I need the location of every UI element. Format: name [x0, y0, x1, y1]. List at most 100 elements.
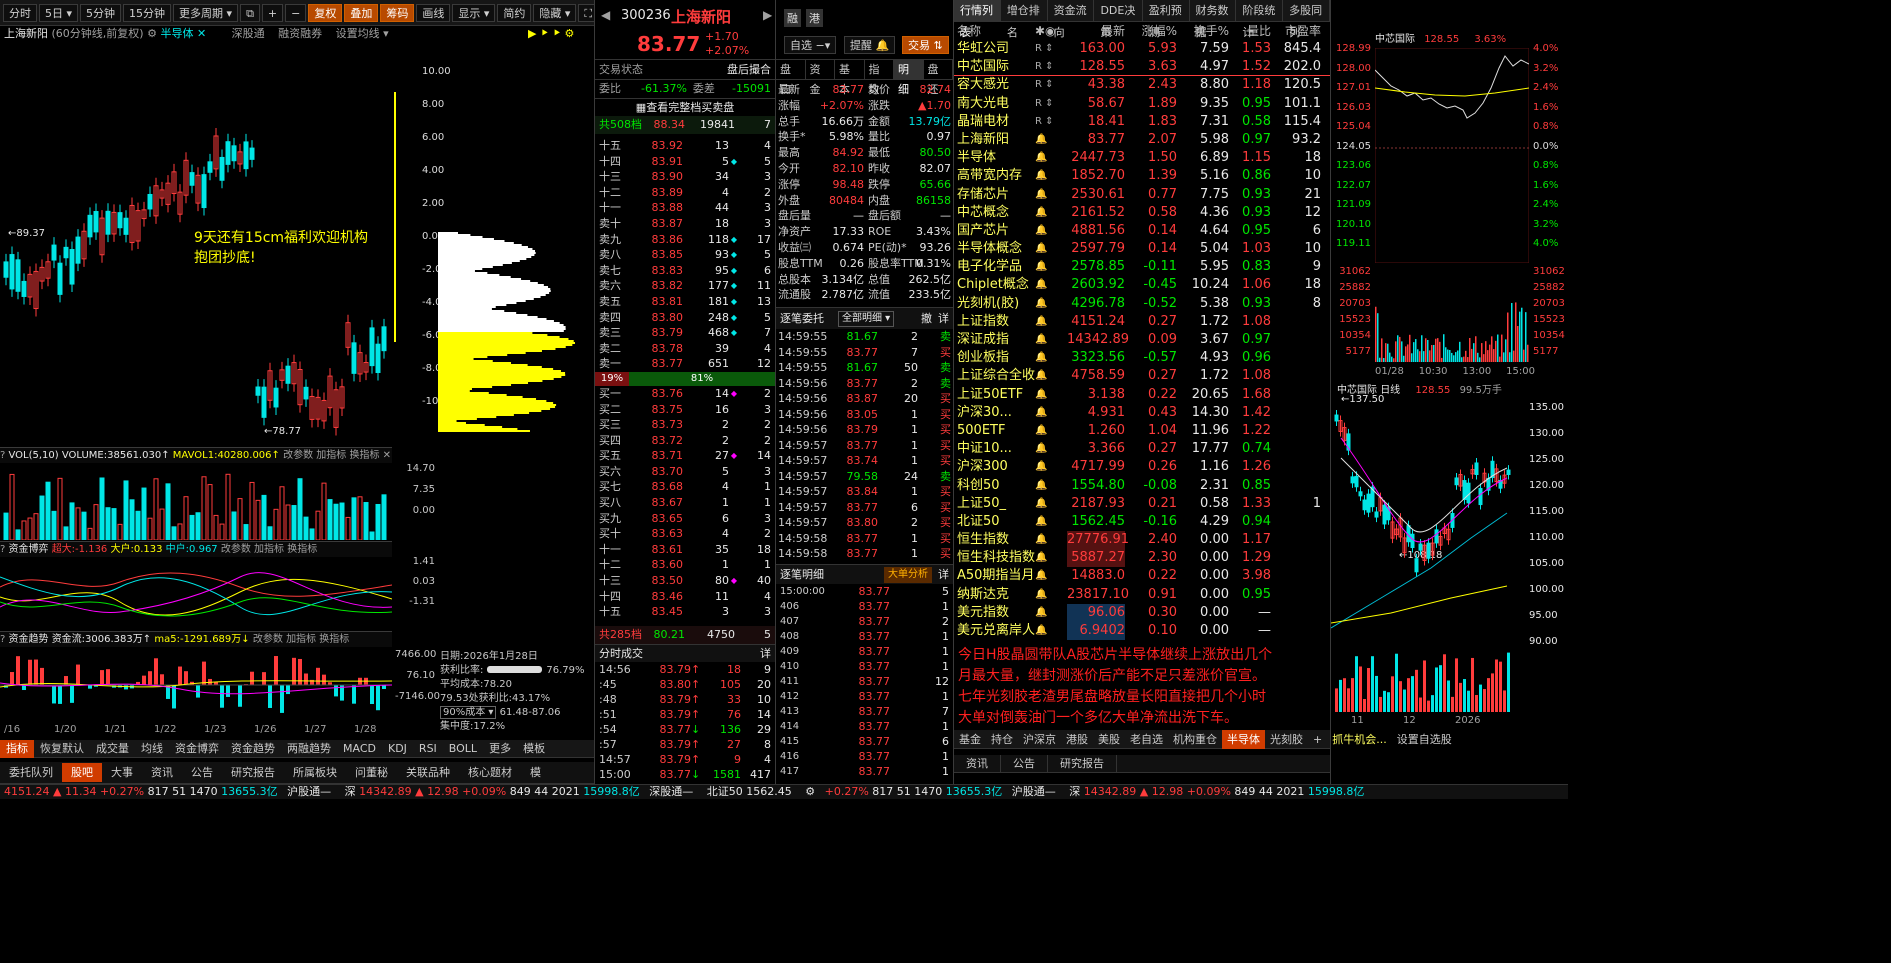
watchlist-group-tab[interactable]: 半导体 [1222, 729, 1265, 749]
watchlist-group-tab[interactable]: 老自选 [1125, 730, 1168, 749]
list-row[interactable]: 创业板指 🔔 3323.56 -0.57 4.93 0.96 [954, 349, 1330, 367]
indicator-tab[interactable]: 模板 [517, 740, 551, 758]
fund-switch[interactable]: 换指标 [287, 544, 317, 555]
link-hgt[interactable]: 深股通 [232, 27, 265, 40]
chip-range-select[interactable]: 90%成本 ▾ [440, 706, 497, 719]
quote-tab[interactable]: 资金 [806, 60, 835, 96]
order-level-row[interactable]: 卖八 83.85 93 ◆ 5 [595, 247, 775, 263]
order-level-row[interactable]: 卖七 83.83 95 ◆ 6 [595, 263, 775, 279]
indicator-tab[interactable]: RSI [413, 740, 443, 758]
list-row[interactable]: 美元指数 🔔 96.06 0.30 0.00 — [954, 603, 1330, 622]
watchlist-group-tab[interactable]: 港股 [1061, 730, 1093, 749]
list-row[interactable]: 沪深30... 🔔 4.931 0.43 14.30 1.42 [954, 404, 1330, 422]
order-level-row[interactable]: 十一 83.61 35 18 [595, 542, 775, 558]
list-info-tab[interactable]: 资讯 [954, 754, 1001, 773]
watchlist-group-tab[interactable]: 沪深京 [1018, 730, 1061, 749]
list-tab[interactable]: DDE决策 [1094, 0, 1143, 39]
link-margin[interactable]: 融资融券 [278, 27, 322, 40]
list-tab[interactable]: 阶段统计 [1236, 0, 1284, 39]
indicator-tab[interactable]: 更多 [483, 740, 517, 758]
list-tab[interactable]: 行情列表 [954, 0, 1001, 39]
add-watchlist-button[interactable]: 自选 −▾ [784, 36, 837, 54]
chip-button[interactable]: 筹码 [380, 3, 415, 22]
list-tab[interactable]: 增仓排名 [1001, 0, 1048, 39]
info-tab[interactable]: 研究报告 [222, 763, 284, 782]
status-settings-icon[interactable]: ⚙ [805, 785, 815, 798]
period-5day[interactable]: 5日 ▾ [39, 3, 79, 22]
list-row[interactable]: 500ETF 🔔 1.260 1.04 11.96 1.22 [954, 422, 1330, 440]
col-price[interactable]: 最新 [1067, 22, 1125, 40]
list-row[interactable]: 中芯国际 R ⇕ 128.55 3.63 4.97 1.52 202.0 [954, 58, 1330, 77]
trade-button[interactable]: 交易 ⇅ [902, 36, 949, 54]
list-tab[interactable]: 财务数据 [1190, 0, 1237, 39]
next-stock-icon[interactable]: ▶ [763, 8, 772, 22]
trend-help-icon[interactable]: ? [0, 634, 5, 645]
list-row[interactable]: 纳斯达克 🔔 23817.10 0.91 0.00 0.95 [954, 586, 1330, 604]
status-hgt-2[interactable]: 沪股通 [1012, 785, 1045, 798]
big-order-analysis-button[interactable]: 大单分析 [884, 566, 932, 583]
list-row[interactable]: Chiplet概念 🔔 2603.92 -0.45 10.24 1.06 18 [954, 276, 1330, 294]
full-book-button[interactable]: ▦ 查看完整档买卖盘 [595, 98, 775, 116]
col-pct[interactable]: 涨幅% [1125, 22, 1177, 40]
list-info-tab[interactable]: 研究报告 [1048, 754, 1117, 773]
list-row[interactable]: 上证指数 🔔 4151.24 0.27 1.72 1.08 [954, 313, 1330, 331]
watchlist-group-tab[interactable]: 基金 [954, 730, 986, 749]
order-level-row[interactable]: 卖十 83.87 18 3 [595, 216, 775, 232]
list-row[interactable]: 美元兑离岸人民币🔔 6.9402 0.10 0.00 — [954, 622, 1330, 641]
list-row[interactable]: 上证50ETF 🔔 3.138 0.22 20.65 1.68 [954, 386, 1330, 404]
copy-icon[interactable]: ⧉ [240, 3, 260, 22]
list-tab[interactable]: 多股同列 [1283, 0, 1330, 39]
info-tab[interactable]: 问董秘 [346, 763, 397, 782]
order-level-row[interactable]: 十二 83.60 1 1 [595, 557, 775, 573]
list-row[interactable]: 恒生科技指数 🔔 5887.27 2.30 0.00 1.29 [954, 549, 1330, 568]
vol-close-icon[interactable]: ✕ [383, 450, 391, 461]
order-level-row[interactable]: 卖二 83.78 39 4 [595, 341, 775, 357]
draw-line-button[interactable]: 画线 [416, 3, 451, 22]
list-row[interactable]: 高带宽内存 🔔 1852.70 1.39 5.16 0.86 10 [954, 167, 1330, 185]
order-level-row[interactable]: 十三 83.90 34 3 [595, 169, 775, 185]
indicator-tab[interactable]: BOLL [443, 740, 483, 758]
quote-tab[interactable]: 基本 [835, 60, 865, 96]
trend-switch[interactable]: 换指标 [319, 634, 349, 645]
list-row[interactable]: 国产芯片 🔔 4881.56 0.14 4.64 0.95 6 [954, 222, 1330, 240]
list-row[interactable]: 北证50 🔔 1562.45 -0.16 4.29 0.94 [954, 513, 1330, 531]
fund-edit[interactable]: 改参数 [221, 544, 251, 555]
list-info-tab[interactable]: 公告 [1001, 754, 1048, 773]
vol-add[interactable]: 加指标 [316, 450, 346, 461]
ticks-detail-button[interactable]: 详 [760, 645, 771, 662]
indicator-tab[interactable]: 成交量 [90, 740, 135, 758]
order-level-row[interactable]: 买六 83.70 5 3 [595, 464, 775, 480]
status-hgt[interactable]: 沪股通 [287, 785, 320, 798]
list-row[interactable]: 半导体 🔔 2447.73 1.50 6.89 1.15 18 [954, 149, 1330, 167]
col-turnover[interactable]: 换手% [1177, 22, 1229, 40]
info-tab[interactable]: 大事 [102, 763, 142, 782]
info-tab[interactable]: 关联品种 [397, 763, 459, 782]
order-level-row[interactable]: 卖一 83.77 651 12 [595, 356, 775, 372]
list-row[interactable]: 晶瑞电材 R ⇕ 18.41 1.83 7.31 0.58 115.4 [954, 113, 1330, 131]
list-row[interactable]: 南大光电 R ⇕ 58.67 1.89 9.35 0.95 101.1 [954, 95, 1330, 113]
fund-help-icon[interactable]: ? [0, 544, 5, 555]
minus-icon[interactable]: − [285, 3, 307, 22]
order-level-row[interactable]: 十五 83.92 13 4 [595, 138, 775, 154]
indicator-tab[interactable]: 资金趋势 [225, 740, 281, 758]
order-level-row[interactable]: 买八 83.67 1 1 [595, 495, 775, 511]
order-level-row[interactable]: 十四 83.46 11 4 [595, 589, 775, 605]
info-tab[interactable]: 所属板块 [284, 763, 346, 782]
trend-add[interactable]: 加指标 [286, 634, 316, 645]
hide-button[interactable]: 隐藏 ▾ [533, 3, 577, 22]
order-level-row[interactable]: 买十 83.63 4 2 [595, 526, 775, 542]
order-level-row[interactable]: 卖三 83.79 468 ◆ 7 [595, 325, 775, 341]
period-15min[interactable]: 15分钟 [123, 3, 172, 22]
info-tab[interactable]: 资讯 [142, 763, 182, 782]
alert-button[interactable]: 提醒 🔔 [844, 36, 896, 54]
settings-gear-icon[interactable]: ⚙ [147, 27, 157, 40]
order-level-row[interactable]: 卖四 83.80 248 ◆ 5 [595, 310, 775, 326]
order-level-row[interactable]: 卖五 83.81 181 ◆ 13 [595, 294, 775, 310]
order-level-row[interactable]: 卖九 83.86 118 ◆ 17 [595, 232, 775, 248]
order-level-row[interactable]: 十三 83.50 80 ◆ 40 [595, 573, 775, 589]
watchlist-group-tab[interactable]: 机构重仓 [1168, 730, 1222, 749]
list-row[interactable]: 中证10... 🔔 3.366 0.27 17.77 0.74 [954, 440, 1330, 458]
watchlist-group-tab[interactable]: + [1308, 730, 1327, 749]
list-row[interactable]: 沪深300 🔔 4717.99 0.26 1.16 1.26 [954, 458, 1330, 476]
order-level-row[interactable]: 买四 83.72 2 2 [595, 433, 775, 449]
